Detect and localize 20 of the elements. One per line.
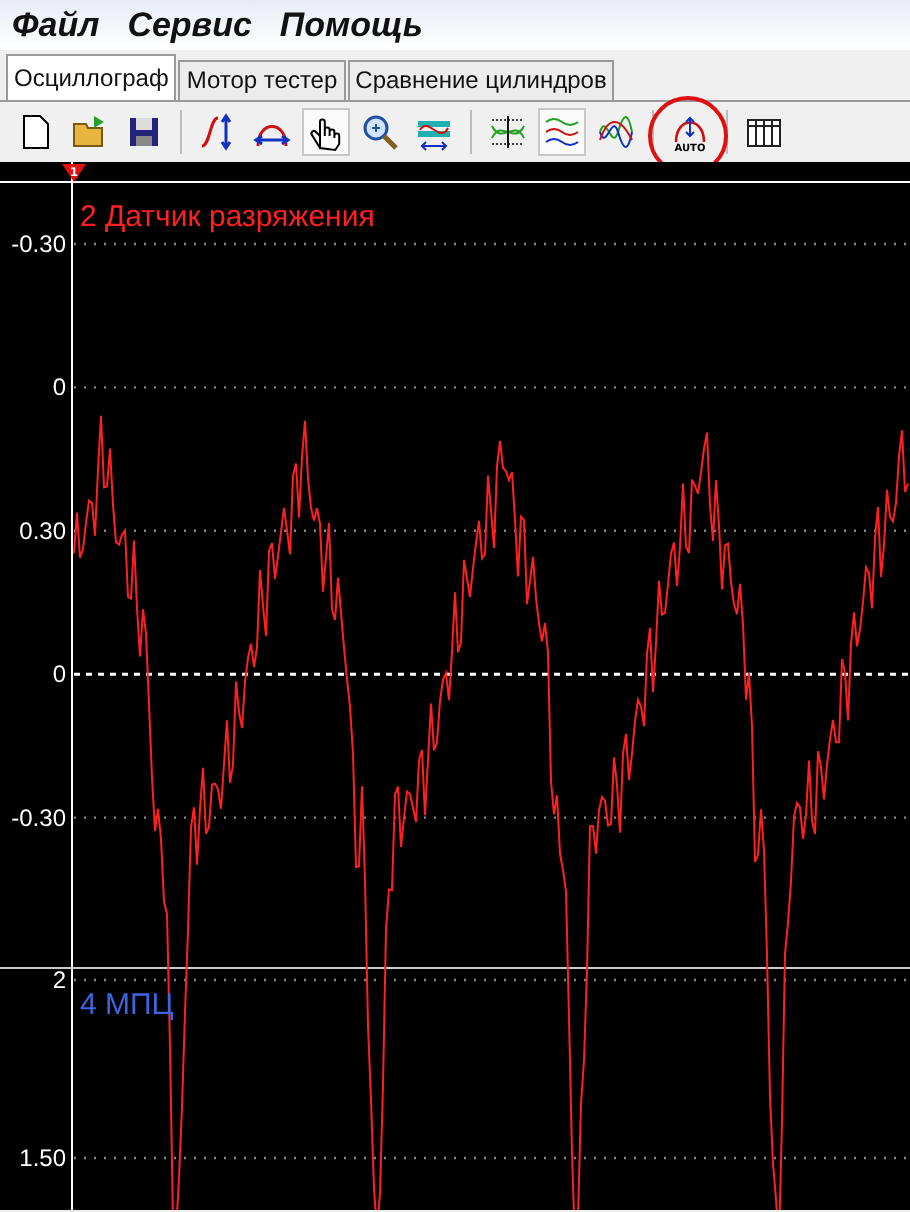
axis-tick-label: 1.50 (19, 1144, 66, 1172)
overlaid-waves-icon (596, 112, 636, 152)
tab[interactable]: Сравнение цилиндров (347, 60, 615, 100)
channel-label: 2 Датчик разряжения (80, 200, 375, 234)
save-icon (124, 112, 164, 152)
tab[interactable]: Осциллограф (6, 54, 177, 100)
menu-item[interactable]: Помощь (279, 5, 423, 45)
axis-tick-label: -0.30 (11, 230, 66, 258)
stacked-waves-icon (542, 112, 582, 152)
tab[interactable]: Мотор тестер (178, 60, 346, 100)
menu-item[interactable]: Сервис (127, 5, 252, 45)
axis-tick-label: 0.30 (19, 516, 66, 545)
axis-tick-label: 0 (52, 660, 66, 689)
crossing-waves-icon (488, 112, 528, 152)
axis-tick-label: 2 (52, 966, 66, 994)
axis-tick-label: 0 (52, 373, 66, 402)
toolbar-button[interactable] (302, 108, 350, 156)
menu-item[interactable]: Файл (12, 5, 100, 45)
zoom-icon (360, 112, 400, 152)
axis-tick-label: -0.30 (11, 803, 66, 832)
